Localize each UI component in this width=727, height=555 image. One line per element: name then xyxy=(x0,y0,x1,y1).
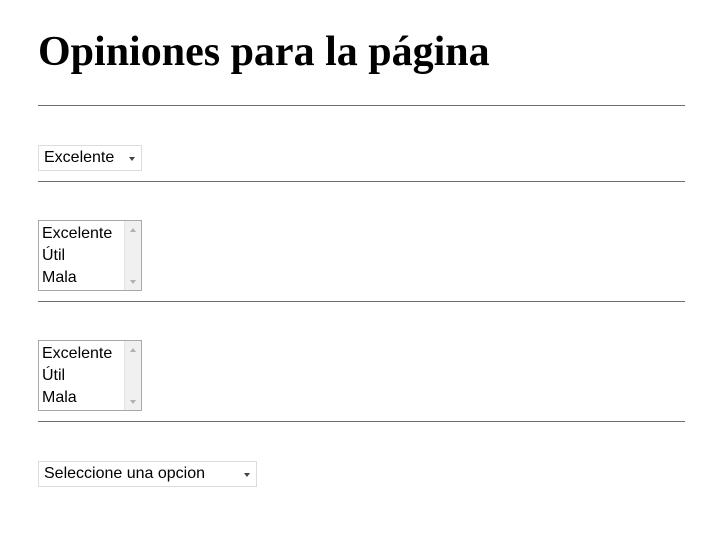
listbox-options: Excelente Útil Mala xyxy=(39,223,124,289)
listbox-option[interactable]: Mala xyxy=(39,387,124,409)
listbox-scrollbar[interactable] xyxy=(124,341,141,410)
horizontal-divider xyxy=(38,181,685,182)
horizontal-divider xyxy=(38,105,685,106)
listbox-option[interactable]: Excelente xyxy=(39,223,124,245)
chevron-down-icon xyxy=(129,157,135,161)
horizontal-divider xyxy=(38,301,685,302)
listbox-option[interactable]: Excelente xyxy=(39,343,124,365)
horizontal-divider xyxy=(38,421,685,422)
scroll-down-arrow-icon[interactable] xyxy=(130,280,136,284)
page-title: Opiniones para la página xyxy=(38,29,490,75)
listbox-option[interactable]: Mala xyxy=(39,267,124,289)
rating-dropdown[interactable]: Excelente xyxy=(38,145,142,171)
rating-dropdown-value: Excelente xyxy=(44,149,115,166)
listbox-option[interactable]: Útil xyxy=(39,365,124,387)
listbox-option[interactable]: Útil xyxy=(39,245,124,267)
rating-listbox[interactable]: Excelente Útil Mala xyxy=(38,220,142,291)
rating-listbox-multiple[interactable]: Excelente Útil Mala xyxy=(38,340,142,411)
scroll-up-arrow-icon[interactable] xyxy=(130,228,136,232)
listbox-scrollbar[interactable] xyxy=(124,221,141,290)
listbox-options: Excelente Útil Mala xyxy=(39,343,124,409)
option-select-dropdown-value: Seleccione una opcion xyxy=(44,465,206,482)
chevron-down-icon xyxy=(244,473,250,477)
scroll-up-arrow-icon[interactable] xyxy=(130,348,136,352)
scroll-down-arrow-icon[interactable] xyxy=(130,400,136,404)
option-select-dropdown[interactable]: Seleccione una opcion xyxy=(38,461,257,487)
